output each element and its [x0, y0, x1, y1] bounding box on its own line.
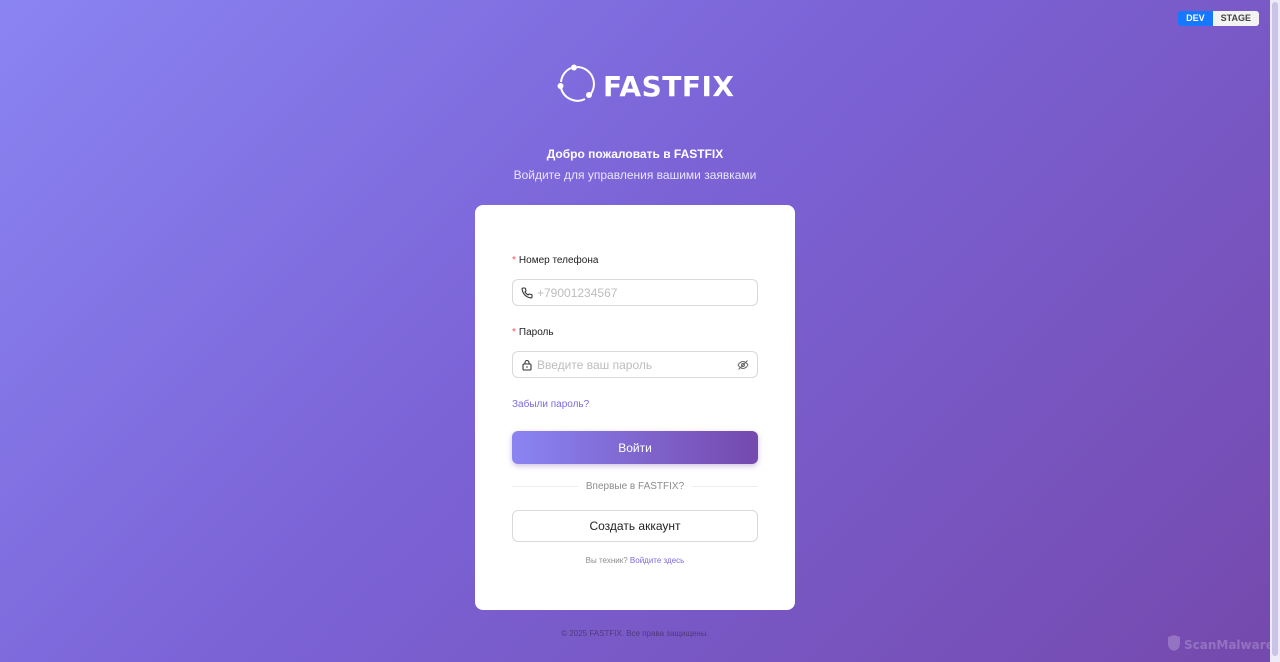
phone-label-text: Номер телефона	[518, 255, 599, 266]
env-stage-button[interactable]: STAGE	[1212, 11, 1259, 26]
technician-login-link[interactable]: Войдите здесь	[630, 556, 684, 565]
welcome-subtitle: Войдите для управления вашими заявками	[513, 168, 757, 182]
brand-logo: FASTFIX	[557, 64, 734, 109]
login-card: *Номер телефона *Пароль Забыли пароль? В…	[475, 205, 795, 610]
login-button[interactable]: Войти	[512, 431, 758, 464]
required-mark: *	[512, 255, 516, 266]
eye-off-icon[interactable]	[737, 359, 749, 371]
watermark-text: ScanMalware	[1184, 637, 1274, 652]
create-account-button[interactable]: Создать аккаунт	[512, 510, 758, 542]
scrollbar-thumb[interactable]	[1272, 2, 1278, 656]
lock-icon	[521, 359, 533, 371]
password-label-text: Пароль	[518, 327, 554, 338]
env-dev-button[interactable]: DEV	[1178, 11, 1213, 26]
fastfix-logo-icon	[557, 64, 597, 109]
technician-prompt-text: Вы техник?	[585, 556, 628, 565]
phone-icon	[521, 286, 533, 299]
required-mark: *	[512, 327, 516, 338]
password-field[interactable]	[512, 351, 758, 378]
password-label: * Пароль	[512, 327, 554, 338]
phone-input[interactable]	[537, 285, 749, 300]
phone-field[interactable]	[512, 279, 758, 306]
brand-name: FASTFIX	[603, 70, 735, 103]
phone-label: * Номер телефона	[512, 255, 598, 266]
page-scrollbar[interactable]	[1270, 0, 1280, 662]
footer-copyright: © 2025 FASTFIX. Все права защищены.	[561, 629, 709, 638]
welcome-title: Добро пожаловать в FASTFIX	[546, 147, 724, 161]
divider-text: Впервые в FASTFIX?	[585, 481, 685, 492]
forgot-password-link[interactable]: Забыли пароль?	[512, 399, 589, 410]
divider-line	[512, 486, 578, 487]
divider-line	[692, 486, 759, 487]
technician-login-prompt: Вы техник? Войдите здесь	[475, 556, 795, 565]
password-input[interactable]	[537, 357, 737, 372]
watermark: ScanMalware	[1167, 635, 1274, 654]
scanmalware-logo-icon	[1167, 635, 1181, 654]
environment-switcher: DEV STAGE	[1178, 11, 1259, 26]
signup-divider: Впервые в FASTFIX?	[512, 481, 759, 492]
